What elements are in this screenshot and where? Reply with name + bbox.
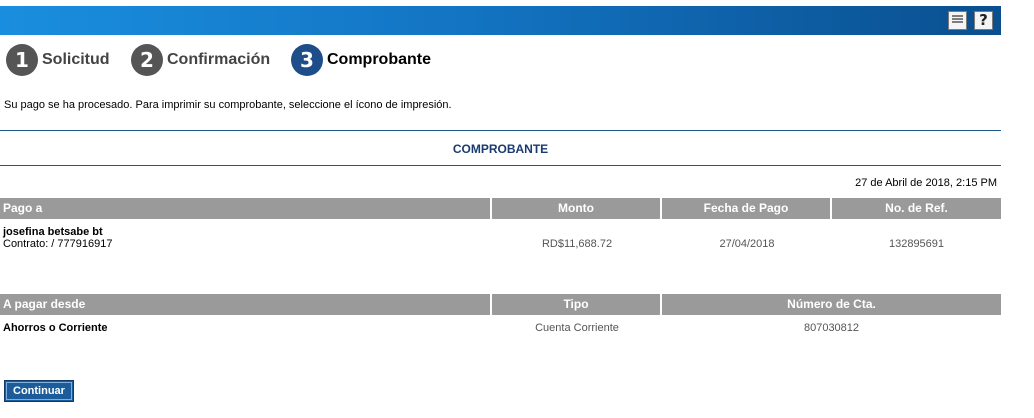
step-label: Confirmación (167, 51, 271, 68)
print-icon[interactable] (948, 11, 967, 30)
account-type-value: Cuenta Corriente (535, 322, 619, 334)
col-tipo: Tipo (492, 294, 662, 315)
help-icon[interactable]: ? (974, 11, 993, 30)
step-solicitud: 1 Solicitud (6, 44, 110, 76)
status-message: Su pago se ha procesado. Para imprimir s… (4, 99, 452, 111)
top-banner: ? (0, 6, 1001, 35)
step-number: 2 (131, 44, 163, 76)
amount-value: RD$11,688.72 (541, 238, 613, 250)
step-confirmacion: 2 Confirmación (131, 44, 270, 76)
col-monto: Monto (492, 198, 662, 219)
payment-date-value: 27/04/2018 (719, 238, 775, 250)
divider (0, 130, 1001, 131)
reference-value: 132895691 (888, 238, 945, 250)
col-numero-cta: Número de Cta. (662, 294, 1001, 315)
col-no-ref: No. de Ref. (832, 198, 1001, 219)
step-number: 3 (291, 44, 323, 76)
col-fecha-pago: Fecha de Pago (662, 198, 832, 219)
timestamp: 27 de Abril de 2018, 2:15 PM (855, 177, 997, 189)
step-label: Comprobante (327, 51, 431, 68)
step-label: Solicitud (42, 51, 110, 68)
continue-button[interactable]: Continuar (4, 380, 74, 402)
account-name: Ahorros o Corriente (3, 322, 108, 334)
payee-name: josefina betsabe bt (3, 226, 103, 238)
contract-number: Contrato: / 777916917 (3, 238, 113, 250)
divider (0, 165, 1001, 166)
step-number: 1 (6, 44, 38, 76)
col-pagar-desde: A pagar desde (0, 294, 492, 315)
step-comprobante: 3 Comprobante (291, 44, 431, 76)
source-table-header: A pagar desde Tipo Número de Cta. (0, 294, 1001, 315)
col-pago-a: Pago a (0, 198, 492, 219)
section-title: COMPROBANTE (452, 142, 549, 156)
account-number-value: 807030812 (803, 322, 860, 334)
payment-table-header: Pago a Monto Fecha de Pago No. de Ref. (0, 198, 1001, 219)
